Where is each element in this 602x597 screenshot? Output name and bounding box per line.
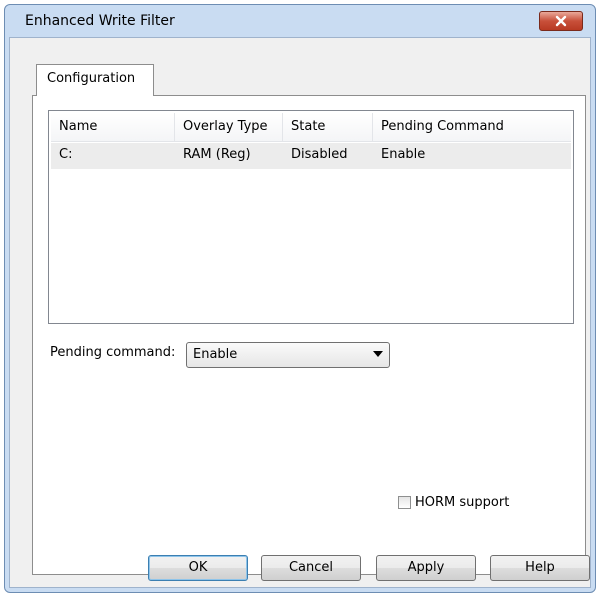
list-header: Name Overlay Type State Pending Command [51,113,571,142]
column-header-overlay-type[interactable]: Overlay Type [175,113,283,141]
dropdown-arrow-icon [373,351,383,357]
horm-support-option[interactable]: HORM support [398,495,509,510]
volume-list[interactable]: Name Overlay Type State Pending Command … [48,110,574,324]
horm-support-label: HORM support [415,495,510,510]
apply-button[interactable]: Apply [376,555,476,581]
window-title: Enhanced Write Filter [25,13,175,29]
close-icon [555,15,567,27]
cell-overlay-type: RAM (Reg) [183,147,251,162]
table-row[interactable]: C: RAM (Reg) Disabled Enable [51,143,571,169]
help-button[interactable]: Help [490,555,590,581]
close-button[interactable] [539,11,583,31]
ok-button[interactable]: OK [148,555,248,581]
pending-command-select[interactable]: Enable [186,342,390,368]
cell-name: C: [59,147,73,162]
pending-command-value: Enable [193,347,238,362]
tab-configuration[interactable]: Configuration [36,64,154,96]
horm-support-checkbox[interactable] [398,496,411,509]
cell-state: Disabled [291,147,348,162]
cell-pending-command: Enable [381,147,426,162]
column-header-state[interactable]: State [283,113,373,141]
tab-configuration-label: Configuration [47,71,136,86]
column-header-name[interactable]: Name [51,113,175,141]
title-bar[interactable]: Enhanced Write Filter [5,5,595,37]
cancel-button[interactable]: Cancel [261,555,361,581]
pending-command-label: Pending command: [50,345,176,360]
column-header-pending-command[interactable]: Pending Command [373,113,571,141]
